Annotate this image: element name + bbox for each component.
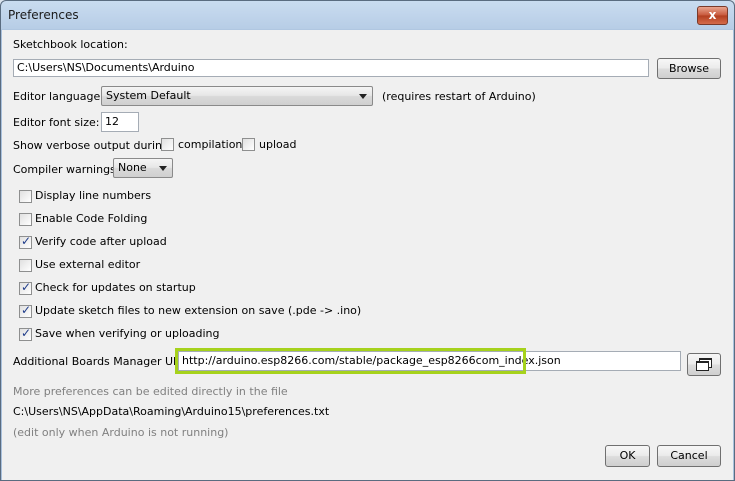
editor-language-select[interactable]: System Default: [101, 86, 373, 106]
font-size-input[interactable]: 12: [101, 112, 139, 132]
option-checkbox[interactable]: [19, 190, 32, 203]
sketchbook-label: Sketchbook location:: [13, 38, 128, 51]
open-urls-editor-button[interactable]: [687, 353, 721, 376]
compiler-warnings-value: None: [118, 161, 147, 174]
option-checkbox[interactable]: [19, 213, 32, 226]
browse-button[interactable]: Browse: [657, 58, 721, 79]
checkmark-icon: ✓: [21, 280, 32, 294]
cancel-button[interactable]: Cancel: [657, 445, 721, 467]
editor-language-note: (requires restart of Arduino): [382, 90, 536, 103]
option-checkbox[interactable]: ✓: [19, 280, 32, 295]
option-label: Check for updates on startup: [35, 281, 196, 294]
sketchbook-path-input[interactable]: C:\Users\NS\Documents\Arduino: [13, 59, 649, 77]
prefs-file-path: C:\Users\NS\AppData\Roaming\Arduino15\pr…: [13, 405, 330, 418]
close-icon: x: [708, 8, 717, 22]
option-checkbox[interactable]: ✓: [19, 234, 32, 249]
chevron-down-icon: [359, 94, 367, 99]
editor-language-label: Editor language:: [13, 90, 104, 103]
title-bar[interactable]: Preferences x: [1, 1, 734, 30]
option-checkbox[interactable]: ✓: [19, 303, 32, 318]
font-size-label: Editor font size:: [13, 116, 100, 129]
urls-highlight-box: [175, 348, 526, 374]
close-button[interactable]: x: [697, 6, 728, 25]
preferences-content: Sketchbook location: C:\Users\NS\Documen…: [2, 30, 733, 480]
option-label: Update sketch files to new extension on …: [35, 304, 362, 317]
option-label: Save when verifying or uploading: [35, 327, 220, 340]
option-label: Display line numbers: [35, 189, 152, 202]
verbose-upload-checkbox[interactable]: [242, 138, 255, 151]
option-label: Use external editor: [35, 258, 141, 271]
option-label: Enable Code Folding: [35, 212, 148, 225]
verbose-label: Show verbose output during:: [13, 139, 173, 152]
compiler-warnings-select[interactable]: None: [113, 158, 173, 178]
preferences-window: Preferences x Sketchbook location: C:\Us…: [0, 0, 735, 481]
windows-icon: [696, 361, 709, 371]
checkmark-icon: ✓: [21, 234, 32, 248]
option-checkbox[interactable]: ✓: [19, 326, 32, 341]
option-checkbox[interactable]: [19, 259, 32, 272]
verbose-upload-label: upload: [259, 138, 297, 151]
compiler-warnings-label: Compiler warnings:: [13, 163, 120, 176]
window-title: Preferences: [8, 8, 79, 22]
edit-note: (edit only when Arduino is not running): [13, 426, 229, 439]
option-label: Verify code after upload: [35, 235, 167, 248]
more-prefs-note: More preferences can be edited directly …: [13, 385, 288, 398]
verbose-compilation-label: compilation: [178, 138, 243, 151]
checkmark-icon: ✓: [21, 326, 32, 340]
editor-language-value: System Default: [106, 89, 191, 102]
verbose-compilation-checkbox[interactable]: [161, 138, 174, 151]
boards-urls-label: Additional Boards Manager URLs:: [13, 355, 197, 368]
chevron-down-icon: [159, 166, 167, 171]
checkmark-icon: ✓: [21, 303, 32, 317]
ok-button[interactable]: OK: [605, 445, 650, 467]
